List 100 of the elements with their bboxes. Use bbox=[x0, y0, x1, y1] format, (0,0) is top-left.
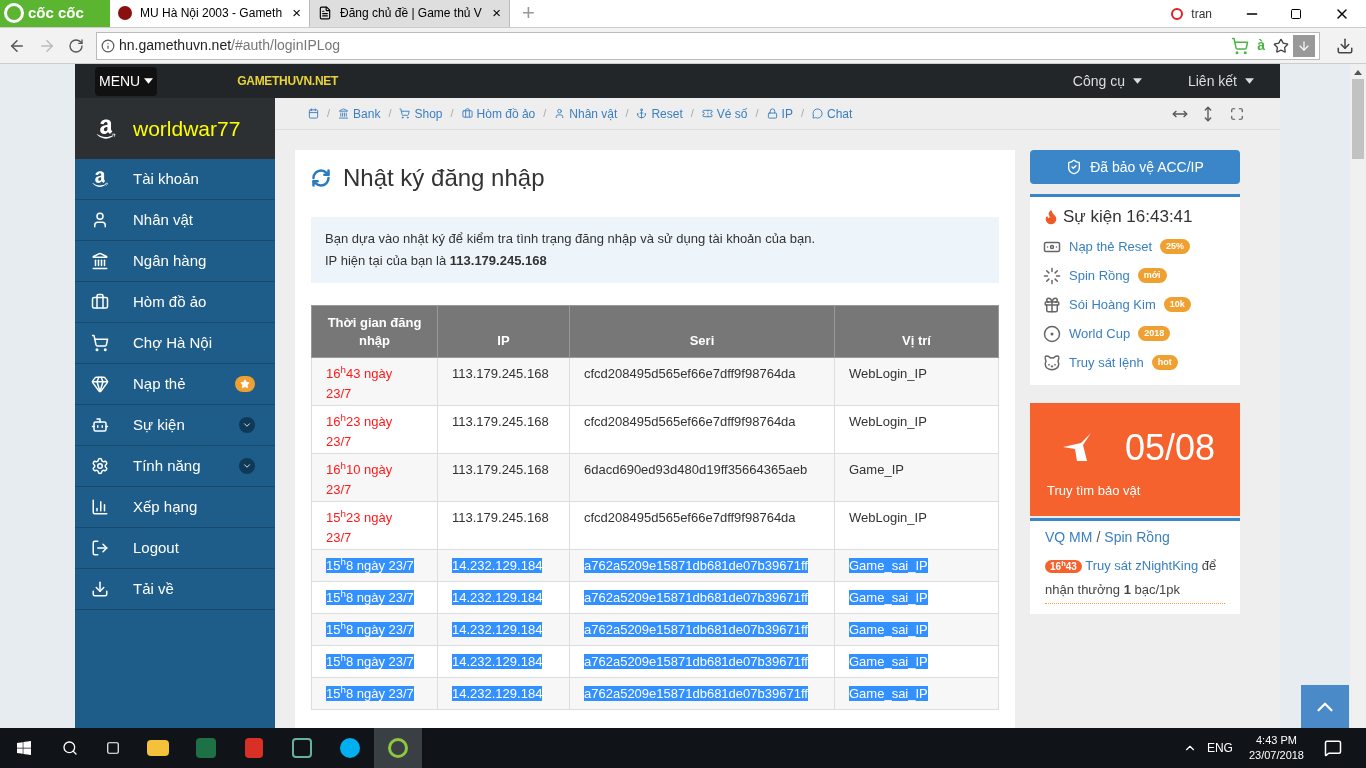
user-name[interactable]: tran bbox=[1191, 4, 1212, 23]
ticket-icon bbox=[701, 108, 713, 119]
search-icon[interactable] bbox=[62, 740, 78, 756]
restore-icon[interactable] bbox=[1290, 7, 1302, 20]
scroll-up-icon[interactable] bbox=[1354, 70, 1362, 75]
download-icon[interactable] bbox=[1336, 36, 1354, 55]
info-text: Bạn dựa vào nhật ký để kiểm tra tình trạng đăng nhập và sử dụng tài khoản của bạn. bbox=[325, 230, 817, 248]
ip-text: IP hiện tại của bạn là 113.179.245.168 bbox=[325, 252, 548, 270]
breadcrumb-separator: / bbox=[450, 106, 454, 122]
event-badge: 25% bbox=[1160, 238, 1191, 255]
breadcrumb-link[interactable]: Vé số bbox=[701, 104, 748, 123]
arrow-down-icon bbox=[1297, 38, 1311, 53]
diamond-icon bbox=[91, 375, 109, 393]
quest-link[interactable]: VQ MM bbox=[1045, 527, 1093, 548]
table-cell: WebLogin_IP bbox=[849, 414, 927, 429]
table-cell: 15$^{h}$8 ngày 23/7 bbox=[326, 558, 414, 573]
notification-icon[interactable] bbox=[1324, 739, 1342, 757]
table-cell: 15$^{h}$8 ngày 23/7 bbox=[326, 590, 414, 605]
browser-app-icon[interactable] bbox=[374, 728, 422, 768]
language-indicator[interactable]: ENG bbox=[1206, 739, 1233, 757]
breadcrumb-link[interactable]: IP bbox=[766, 104, 793, 123]
table-cell: cfcd208495d565ef66e7dff9f98764da bbox=[584, 510, 796, 525]
event-link[interactable]: Nạp thẻ Reset bbox=[1069, 236, 1153, 257]
close-tab-button[interactable]: × bbox=[292, 1, 301, 25]
scrollbar[interactable] bbox=[1350, 64, 1366, 728]
breadcrumb-link[interactable]: Shop bbox=[399, 104, 443, 123]
table-cell: 15$^{h}$8 ngày 23/7 bbox=[326, 686, 414, 701]
nav-link[interactable]: Công cụ bbox=[1072, 70, 1142, 92]
bank-icon bbox=[91, 252, 109, 270]
table-cell: 14.232.129.184 bbox=[452, 654, 543, 669]
breadcrumb-separator: / bbox=[800, 106, 804, 122]
menu-button[interactable]: MENU bbox=[95, 66, 158, 96]
refresh-icon[interactable] bbox=[311, 168, 331, 188]
breadcrumb-link[interactable]: Nhân vật bbox=[554, 104, 618, 123]
protect-button[interactable]: Đã bảo vệ ACC/IP bbox=[1030, 150, 1240, 184]
breadcrumb-link[interactable]: Reset bbox=[636, 104, 683, 123]
nav-link[interactable]: Liên kết bbox=[1187, 70, 1254, 92]
site-logo[interactable]: GAMETHUVN.NET bbox=[237, 72, 338, 90]
gift-icon bbox=[1043, 295, 1061, 314]
bank-icon bbox=[338, 108, 350, 119]
ring-icon bbox=[388, 738, 408, 758]
column-header: IP bbox=[496, 331, 511, 350]
table-cell: cfcd208495d565ef66e7dff9f98764da bbox=[584, 366, 796, 381]
event-link[interactable]: Sói Hoàng Kim bbox=[1069, 294, 1156, 315]
breadcrumb-separator: / bbox=[755, 106, 759, 122]
gear-icon bbox=[91, 457, 109, 475]
table-cell: 113.179.245.168 bbox=[452, 366, 549, 381]
bookmark-icon[interactable] bbox=[1273, 37, 1289, 54]
column-header: Vị trí bbox=[901, 331, 932, 350]
info-icon bbox=[101, 38, 115, 53]
briefcase-icon bbox=[461, 108, 473, 119]
quest-link[interactable]: Truy sát zNightKing bbox=[1085, 558, 1199, 573]
document-icon[interactable] bbox=[245, 738, 263, 758]
app-icon[interactable] bbox=[292, 738, 312, 758]
event-badge: 10k bbox=[1163, 296, 1191, 313]
clock[interactable]: 4:43 PM 23/07/2018 bbox=[1248, 733, 1304, 763]
breadcrumb-separator: / bbox=[543, 106, 547, 122]
table-cell-text: 16$^{h}$10 ngày 23/7 bbox=[326, 460, 394, 499]
event-link[interactable]: Spin Rồng bbox=[1069, 265, 1130, 286]
chat-app-icon[interactable] bbox=[340, 738, 360, 758]
start-icon[interactable] bbox=[16, 740, 32, 756]
user-icon bbox=[554, 108, 566, 119]
table-cell-text: 16$^{h}$23 ngày 23/7 bbox=[326, 412, 394, 451]
breadcrumb-link[interactable]: Bank bbox=[338, 104, 381, 123]
breadcrumb-separator: / bbox=[690, 106, 694, 122]
sync-icon bbox=[1171, 7, 1184, 20]
event-badge: hot bbox=[1151, 354, 1178, 371]
user-name: worldwar77 bbox=[133, 115, 241, 142]
table-cell: Game_sai_IP bbox=[849, 654, 928, 669]
breadcrumb-separator: / bbox=[388, 106, 392, 122]
calendar-icon[interactable] bbox=[308, 108, 319, 119]
table-cell: 14.232.129.184 bbox=[452, 686, 543, 701]
fullscreen-icon[interactable] bbox=[1230, 106, 1244, 121]
quest-link[interactable]: Spin Rồng bbox=[1104, 527, 1170, 548]
breadcrumb-link[interactable]: Chat bbox=[812, 104, 853, 123]
address-field[interactable]: hn.gamethuvn.net/#auth/loginIPLog à bbox=[96, 31, 1320, 60]
panel-title: Nhật ký đăng nhập bbox=[343, 163, 545, 193]
event-link[interactable]: Truy sát lệnh bbox=[1069, 352, 1144, 373]
breadcrumb-link[interactable]: Hòm đồ ảo bbox=[461, 104, 536, 123]
event-link[interactable]: World Cup bbox=[1069, 323, 1131, 344]
table-cell: 14.232.129.184 bbox=[452, 558, 543, 573]
spreadsheet-icon[interactable] bbox=[196, 738, 216, 758]
caret-icon bbox=[1132, 78, 1142, 84]
cat-icon bbox=[1043, 353, 1061, 372]
cart-icon[interactable] bbox=[1231, 36, 1250, 55]
briefcase-icon bbox=[91, 293, 109, 311]
expand-badge[interactable] bbox=[239, 417, 255, 433]
folder-icon[interactable] bbox=[147, 740, 169, 756]
task-view-icon[interactable] bbox=[106, 741, 120, 755]
table-cell: 14.232.129.184 bbox=[452, 590, 543, 605]
caret-icon bbox=[144, 78, 154, 84]
scrollbar-thumb[interactable] bbox=[1352, 79, 1364, 159]
table-cell: 15$^{h}$8 ngày 23/7 bbox=[326, 622, 414, 637]
spinner-icon bbox=[1043, 266, 1061, 285]
browser-tab[interactable]: Đăng chủ đề | Game thủ V × bbox=[310, 0, 510, 27]
table-cell: WebLogin_IP bbox=[849, 510, 927, 525]
reload-icon[interactable] bbox=[68, 37, 84, 54]
expand-badge[interactable] bbox=[239, 458, 255, 474]
close-tab-button[interactable]: × bbox=[492, 1, 501, 25]
table-cell: 6dacd690ed93d480d19ff35664365aeb bbox=[584, 462, 808, 477]
